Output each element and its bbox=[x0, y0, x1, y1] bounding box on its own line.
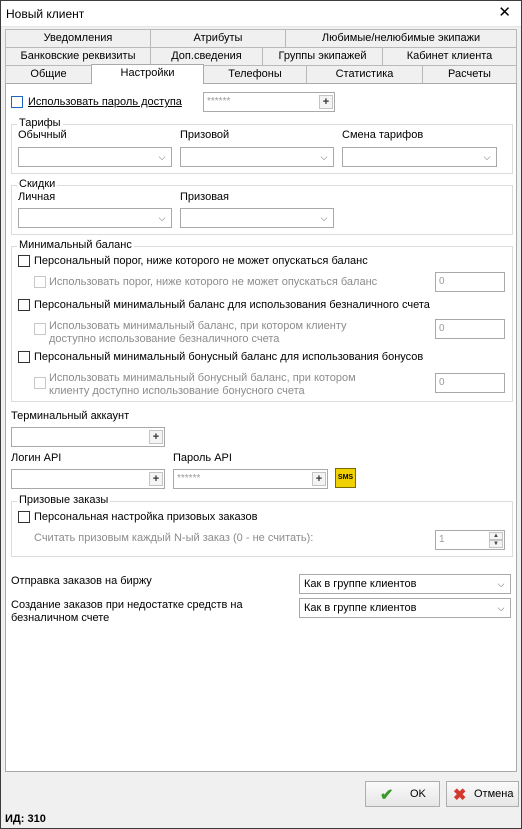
terminal-account-field[interactable]: + bbox=[11, 427, 165, 447]
min-balance-title: Минимальный баланс bbox=[17, 239, 134, 251]
tab-notifications[interactable]: Уведомления bbox=[5, 29, 151, 47]
tariff-regular-label: Обычный bbox=[18, 129, 67, 141]
chevron-down-icon: ⌵ bbox=[320, 213, 328, 223]
insufficient-label-2: безналичном счете bbox=[11, 612, 110, 624]
insufficient-label-1: Создание заказов при недостатке средств … bbox=[11, 599, 243, 611]
tab-payments[interactable]: Расчеты bbox=[422, 65, 517, 83]
nth-order-label: Считать призовым каждый N-ый заказ (0 - … bbox=[34, 532, 314, 544]
use-bonus-balance-label-1: Использовать минимальный бонусный баланс… bbox=[49, 372, 356, 384]
api-login-plus-button[interactable]: + bbox=[149, 472, 163, 486]
password-field[interactable]: ****** + bbox=[203, 92, 335, 112]
prize-orders-label: Персональная настройка призовых заказов bbox=[34, 511, 258, 523]
exchange-combo[interactable]: Как в группе клиентов ⌵ bbox=[299, 574, 511, 594]
dialog-window: Новый клиент ✕ Уведомления Атрибуты Люби… bbox=[0, 0, 522, 829]
personal-threshold-checkbox[interactable] bbox=[18, 255, 30, 267]
check-icon: ✔ bbox=[380, 787, 394, 804]
nth-order-value: 1 bbox=[439, 534, 445, 545]
tab-bank-details[interactable]: Банковские реквизиты bbox=[5, 47, 151, 65]
threshold-input[interactable]: 0 bbox=[435, 272, 505, 292]
api-login-field[interactable]: + bbox=[11, 469, 165, 489]
use-threshold-label: Использовать порог, ниже которого не мож… bbox=[49, 276, 378, 288]
bonus-balance-value: 0 bbox=[439, 377, 445, 388]
discount-personal-label: Личная bbox=[18, 191, 56, 203]
exchange-value: Как в группе клиентов bbox=[304, 578, 417, 590]
use-threshold-checkbox[interactable] bbox=[34, 276, 46, 288]
api-login-label: Логин API bbox=[11, 452, 62, 464]
api-password-label: Пароль API bbox=[173, 452, 232, 464]
title-bar: Новый клиент ✕ bbox=[1, 1, 521, 27]
prize-orders-checkbox[interactable] bbox=[18, 511, 30, 523]
api-password-field[interactable]: ****** + bbox=[173, 469, 328, 489]
cancel-button[interactable]: ✖ Отмена bbox=[446, 781, 519, 807]
min-balance-value: 0 bbox=[439, 323, 445, 334]
use-password-label: Использовать пароль доступа bbox=[28, 96, 182, 108]
ok-button[interactable]: ✔ OK bbox=[365, 781, 440, 807]
tab-general[interactable]: Общие bbox=[5, 65, 92, 83]
sms-button[interactable]: SMS bbox=[335, 468, 356, 488]
exchange-label: Отправка заказов на биржу bbox=[11, 575, 152, 587]
tab-favorite-crews[interactable]: Любимые/нелюбимые экипажи bbox=[285, 29, 517, 47]
tab-client-cabinet[interactable]: Кабинет клиента bbox=[382, 47, 517, 65]
tab-extra-info[interactable]: Доп.сведения bbox=[150, 47, 263, 65]
use-bonus-balance-checkbox[interactable] bbox=[34, 377, 46, 389]
insufficient-combo[interactable]: Как в группе клиентов ⌵ bbox=[299, 598, 511, 618]
password-plus-button[interactable]: + bbox=[319, 95, 333, 109]
discount-prize-label: Призовая bbox=[180, 191, 230, 203]
client-id-status: ИД: 310 bbox=[5, 813, 46, 825]
insufficient-value: Как в группе клиентов bbox=[304, 602, 417, 614]
cancel-label: Отмена bbox=[474, 788, 514, 800]
tab-phones[interactable]: Телефоны bbox=[203, 65, 307, 83]
chevron-down-icon: ⌵ bbox=[483, 152, 491, 162]
password-value: ****** bbox=[207, 96, 231, 107]
ok-label: OK bbox=[410, 788, 426, 800]
use-min-balance-checkbox[interactable] bbox=[34, 323, 46, 335]
personal-bonus-balance-label: Персональный минимальный бонусный баланс… bbox=[34, 351, 424, 363]
tariff-prize-label: Призовой bbox=[180, 129, 230, 141]
close-icon[interactable]: ✕ bbox=[498, 4, 511, 22]
api-password-plus-button[interactable]: + bbox=[312, 472, 326, 486]
use-min-balance-label-1: Использовать минимальный баланс, при кот… bbox=[49, 320, 347, 332]
chevron-down-icon: ⌵ bbox=[497, 603, 505, 613]
tariff-change-combo[interactable]: ⌵ bbox=[342, 147, 497, 167]
tariff-change-label: Смена тарифов bbox=[342, 129, 424, 141]
discounts-title: Скидки bbox=[17, 178, 58, 190]
prize-orders-title: Призовые заказы bbox=[17, 494, 111, 506]
discount-prize-combo[interactable]: ⌵ bbox=[180, 208, 334, 228]
personal-threshold-label: Персональный порог, ниже которого не мож… bbox=[34, 255, 368, 267]
tariffs-title: Тарифы bbox=[17, 117, 63, 129]
chevron-down-icon: ⌵ bbox=[158, 213, 166, 223]
discount-personal-combo[interactable]: ⌵ bbox=[18, 208, 172, 228]
personal-min-balance-label: Персональный минимальный баланс для испо… bbox=[34, 299, 430, 311]
terminal-account-label: Терминальный аккаунт bbox=[11, 410, 130, 422]
nth-order-spinner[interactable]: 1 ▲ ▼ bbox=[435, 530, 505, 550]
personal-min-balance-checkbox[interactable] bbox=[18, 299, 30, 311]
cancel-x-icon: ✖ bbox=[453, 787, 467, 804]
window-title: Новый клиент bbox=[6, 7, 85, 21]
use-password-checkbox[interactable] bbox=[11, 96, 23, 108]
personal-bonus-balance-checkbox[interactable] bbox=[18, 351, 30, 363]
tariff-prize-combo[interactable]: ⌵ bbox=[180, 147, 334, 167]
chevron-down-icon: ⌵ bbox=[320, 152, 328, 162]
spin-up-icon[interactable]: ▲ bbox=[489, 532, 503, 540]
terminal-plus-button[interactable]: + bbox=[149, 430, 163, 444]
chevron-down-icon: ⌵ bbox=[158, 152, 166, 162]
threshold-value: 0 bbox=[439, 276, 445, 287]
tab-crew-groups[interactable]: Группы экипажей bbox=[262, 47, 383, 65]
use-bonus-balance-label-2: клиенту доступно использование бонусного… bbox=[49, 385, 305, 397]
bonus-balance-input[interactable]: 0 bbox=[435, 373, 505, 393]
tab-attributes[interactable]: Атрибуты bbox=[150, 29, 286, 47]
chevron-down-icon: ⌵ bbox=[497, 579, 505, 589]
tab-settings[interactable]: Настройки bbox=[91, 64, 204, 84]
use-min-balance-label-2: доступно использование безналичного счет… bbox=[49, 333, 280, 345]
tariff-regular-combo[interactable]: ⌵ bbox=[18, 147, 172, 167]
spin-down-icon[interactable]: ▼ bbox=[489, 540, 503, 548]
api-password-value: ****** bbox=[177, 473, 201, 484]
min-balance-input[interactable]: 0 bbox=[435, 319, 505, 339]
tab-statistics[interactable]: Статистика bbox=[306, 65, 423, 83]
